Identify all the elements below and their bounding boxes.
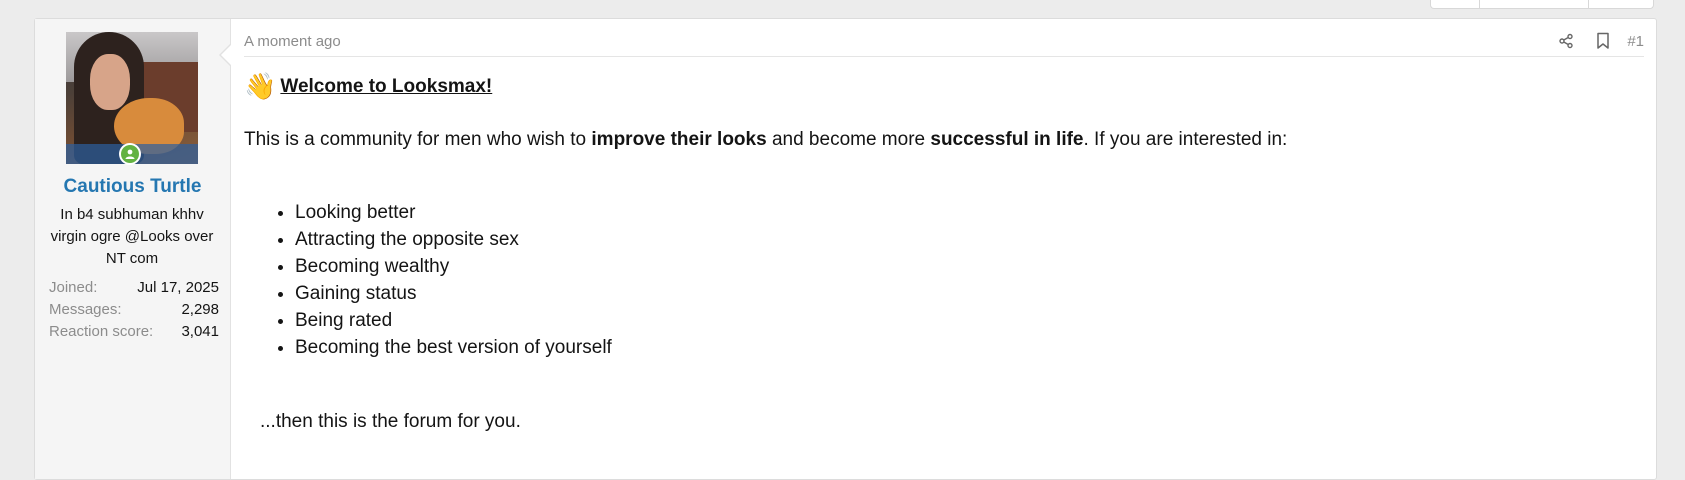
top-button-2[interactable]	[1479, 0, 1589, 9]
forum-post: Cautious Turtle In b4 subhuman khhv virg…	[34, 18, 1657, 480]
post-body: 👋 Welcome to Looksmax! This is a communi…	[244, 71, 1636, 435]
post-timestamp[interactable]: A moment ago	[244, 33, 341, 50]
stat-joined: Joined: Jul 17, 2025	[49, 277, 219, 299]
welcome-title: Welcome to Looksmax!	[280, 75, 493, 97]
top-button-3[interactable]	[1588, 0, 1654, 9]
stat-value: 2,298	[181, 301, 219, 318]
list-item: Gaining status	[295, 280, 1636, 307]
share-icon[interactable]	[1556, 31, 1576, 51]
user-column-arrow-inner	[221, 45, 231, 65]
post-user-column: Cautious Turtle In b4 subhuman khhv virg…	[35, 19, 231, 479]
bookmark-icon[interactable]	[1593, 31, 1613, 51]
post-content: A moment ago #1 👋 Welcome to Looksmax! T…	[231, 19, 1656, 479]
list-item: Attracting the opposite sex	[295, 226, 1636, 253]
top-button-1[interactable]	[1430, 0, 1480, 9]
stat-value: Jul 17, 2025	[137, 279, 219, 296]
list-item: Looking better	[295, 199, 1636, 226]
intro-paragraph: This is a community for men who wish to …	[244, 126, 1636, 153]
intro-text: and become more	[766, 129, 931, 150]
intro-text: . If you are interested in:	[1083, 129, 1288, 150]
closing-paragraph: ...then this is the forum for you.	[260, 411, 521, 432]
stat-messages: Messages: 2,298	[49, 299, 219, 321]
post-actions: #1	[1539, 31, 1644, 51]
list-item: Becoming wealthy	[295, 253, 1636, 280]
stat-label: Joined:	[49, 279, 98, 296]
intro-bold-looks: improve their looks	[591, 129, 767, 150]
intro-bold-success: successful in life	[930, 129, 1084, 150]
stat-label: Messages:	[49, 301, 122, 318]
post-meta-bar: A moment ago #1	[244, 19, 1644, 57]
interest-list: Looking better Attracting the opposite s…	[244, 199, 1636, 361]
stat-value: 3,041	[181, 323, 219, 340]
user-stats: Joined: Jul 17, 2025 Messages: 2,298 Rea…	[49, 277, 219, 343]
stat-label: Reaction score:	[49, 323, 154, 340]
waving-hand-icon: 👋	[244, 71, 277, 101]
post-number-link[interactable]: #1	[1627, 33, 1644, 50]
user-online-icon	[119, 143, 141, 165]
stat-reaction-score: Reaction score: 3,041	[49, 321, 219, 343]
welcome-heading: 👋 Welcome to Looksmax!	[244, 71, 1636, 101]
intro-text: This is a community for men who wish to	[244, 129, 592, 150]
top-button-group	[1430, 0, 1654, 9]
username[interactable]: Cautious Turtle	[35, 176, 230, 198]
list-item: Being rated	[295, 307, 1636, 334]
user-title: In b4 subhuman khhv virgin ogre @Looks o…	[50, 206, 214, 267]
list-item: Becoming the best version of yourself	[295, 334, 1636, 361]
